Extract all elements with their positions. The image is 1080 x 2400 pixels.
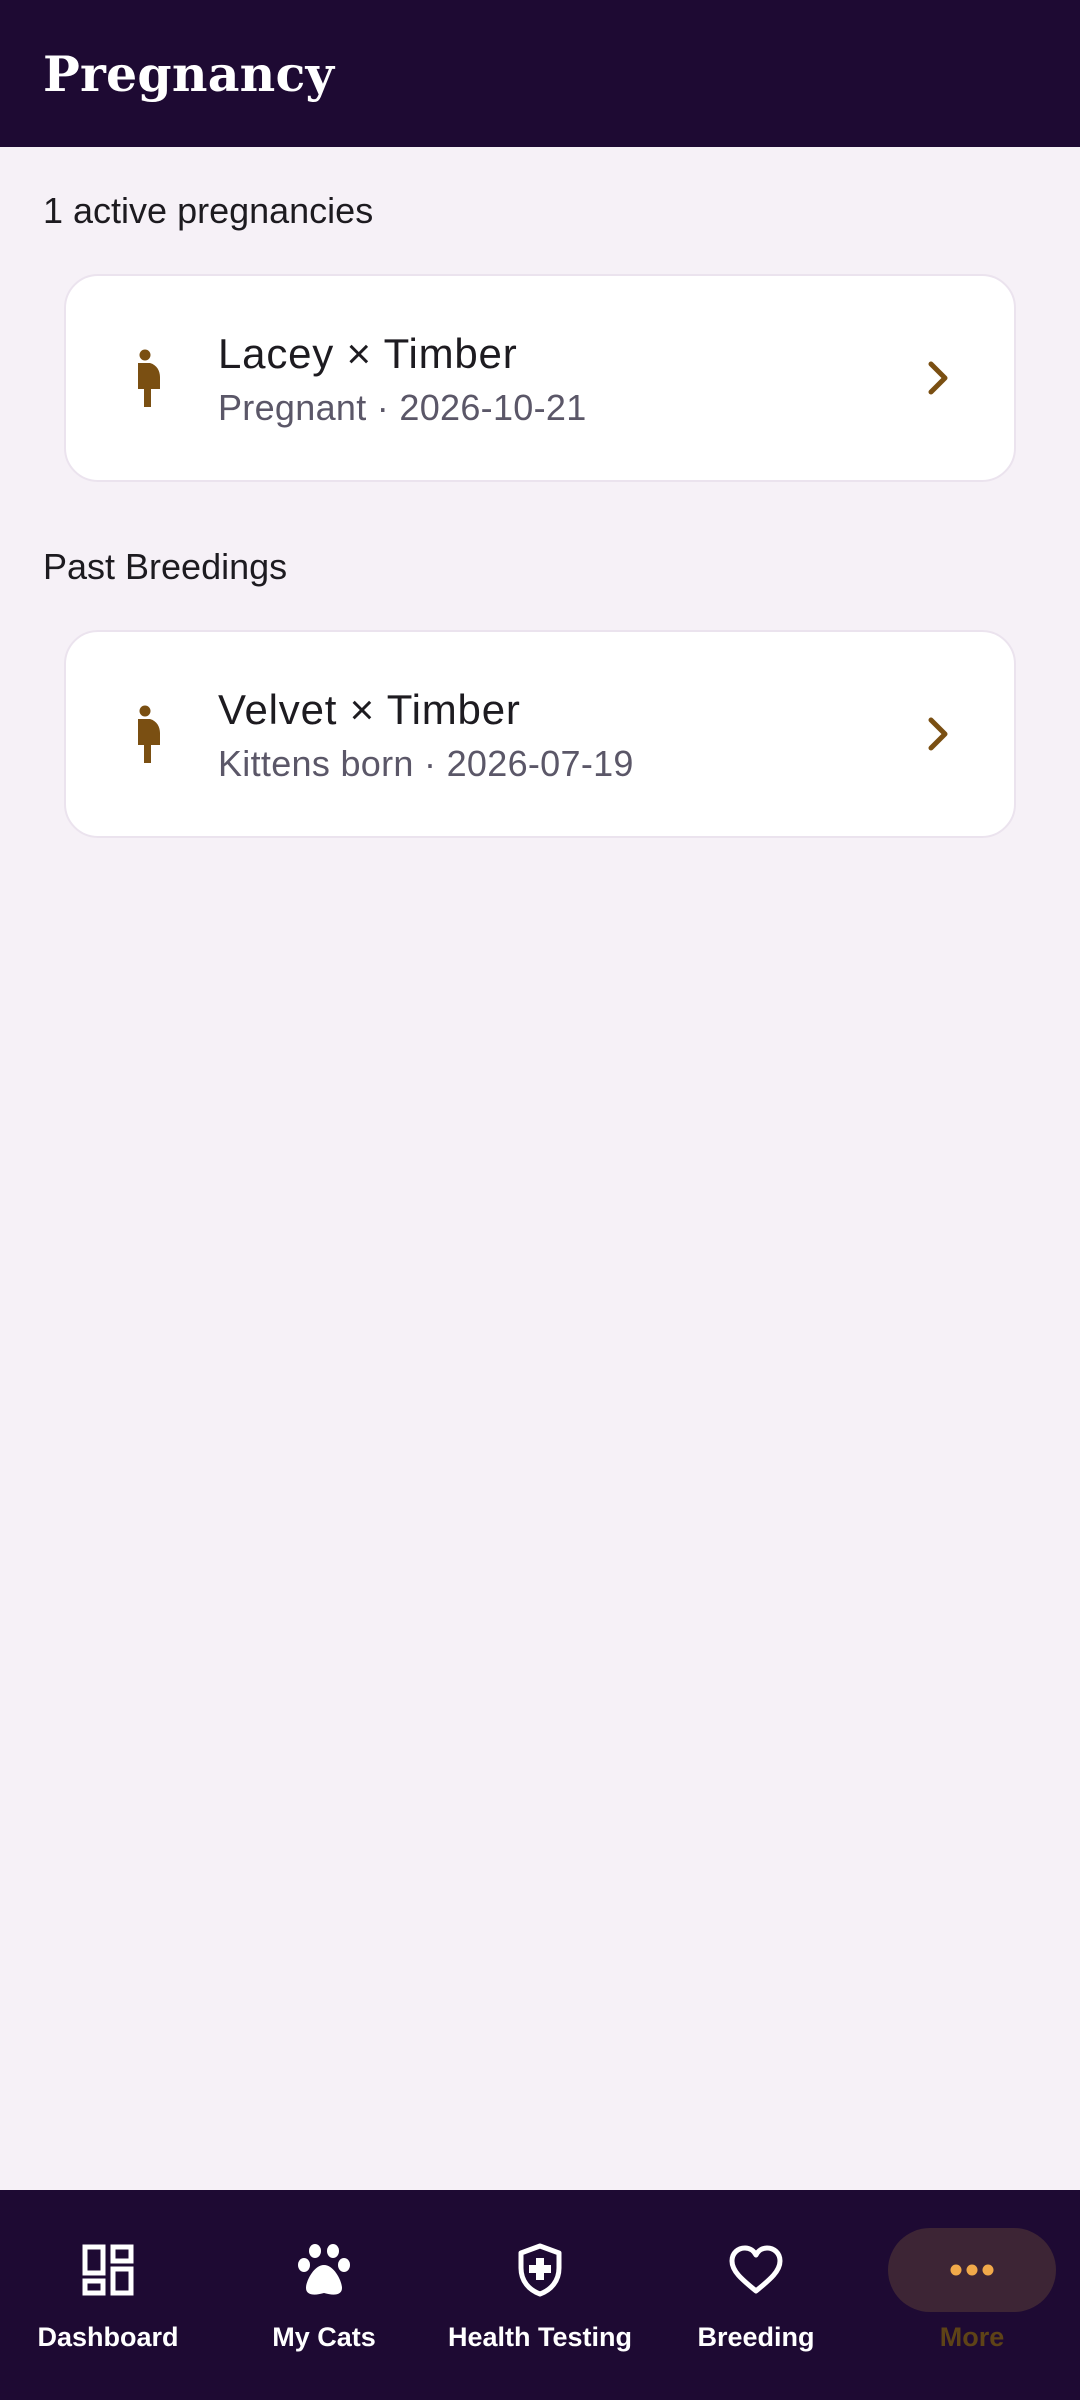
active-pregnancies-count: 1 active pregnancies bbox=[43, 190, 374, 231]
page-title: Pregnancy bbox=[43, 44, 335, 103]
chevron-right-icon bbox=[909, 704, 969, 764]
paw-icon bbox=[240, 2228, 408, 2312]
card-title: Lacey × Timber bbox=[218, 330, 518, 377]
more-horizontal-icon bbox=[888, 2228, 1056, 2312]
app-bar: Pregnancy bbox=[0, 0, 1080, 147]
card-subtitle: Kittens born · 2026-07-19 bbox=[218, 743, 634, 784]
nav-my-cats[interactable]: My Cats bbox=[216, 2190, 432, 2400]
nav-health-testing[interactable]: Health Testing bbox=[432, 2190, 648, 2400]
pregnant-woman-icon bbox=[113, 343, 183, 413]
pregnancy-card-lacey-timber[interactable]: Lacey × Timber Pregnant · 2026-10-21 bbox=[64, 274, 1016, 482]
nav-label: Dashboard bbox=[37, 2322, 179, 2352]
pregnant-woman-icon bbox=[113, 699, 183, 769]
breeding-card-velvet-timber[interactable]: Velvet × Timber Kittens born · 2026-07-1… bbox=[64, 630, 1016, 838]
card-texts: Velvet × Timber Kittens born · 2026-07-1… bbox=[218, 683, 909, 785]
card-title: Velvet × Timber bbox=[218, 686, 521, 733]
heart-icon bbox=[672, 2228, 840, 2312]
nav-label: Health Testing bbox=[447, 2322, 633, 2352]
dashboard-icon bbox=[24, 2228, 192, 2312]
nav-label: Breeding bbox=[697, 2322, 815, 2352]
nav-label: More bbox=[939, 2322, 1005, 2352]
nav-breeding[interactable]: Breeding bbox=[648, 2190, 864, 2400]
card-texts: Lacey × Timber Pregnant · 2026-10-21 bbox=[218, 327, 909, 429]
past-breedings-label: Past Breedings bbox=[43, 546, 288, 587]
chevron-right-icon bbox=[909, 348, 969, 408]
card-subtitle: Pregnant · 2026-10-21 bbox=[218, 387, 587, 428]
nav-more[interactable]: More bbox=[864, 2190, 1080, 2400]
shield-plus-icon bbox=[456, 2228, 624, 2312]
nav-dashboard[interactable]: Dashboard bbox=[0, 2190, 216, 2400]
bottom-navigation: Dashboard My Cats Health Testing Breedin… bbox=[0, 2190, 1080, 2400]
nav-label: My Cats bbox=[272, 2322, 376, 2352]
